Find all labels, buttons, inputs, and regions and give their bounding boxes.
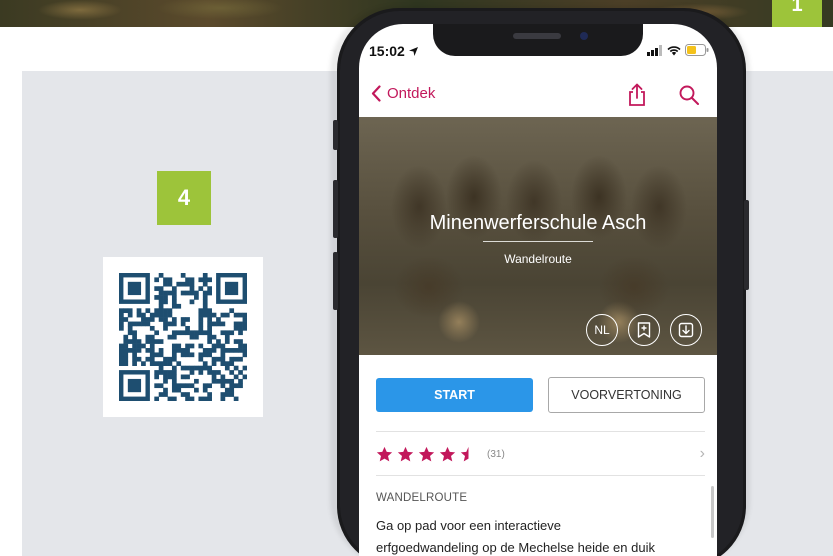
back-button[interactable]: Ontdek bbox=[371, 85, 435, 102]
title-divider bbox=[483, 241, 593, 242]
status-time: 15:02 bbox=[369, 43, 418, 59]
step-badge-1: 1 bbox=[772, 0, 822, 27]
download-button[interactable] bbox=[670, 314, 702, 346]
chevron-left-icon bbox=[371, 85, 381, 102]
chevron-right-icon: › bbox=[699, 445, 705, 462]
download-icon bbox=[678, 322, 694, 338]
scrollbar[interactable] bbox=[711, 486, 714, 538]
step-badge-4: 4 bbox=[157, 171, 211, 225]
star-icon bbox=[418, 446, 435, 462]
section-label: WANDELROUTE bbox=[376, 492, 468, 504]
phone-mute-switch bbox=[333, 120, 338, 150]
star-rating bbox=[376, 446, 477, 462]
qr-code-icon bbox=[119, 273, 247, 401]
divider bbox=[376, 431, 705, 432]
route-title: Minenwerferschule Asch bbox=[429, 212, 647, 234]
star-icon bbox=[397, 446, 414, 462]
route-description: Ga op pad voor een interactieve erfgoedw… bbox=[376, 515, 696, 556]
earpiece-speaker bbox=[513, 33, 561, 39]
phone-volume-down bbox=[333, 252, 338, 310]
share-icon bbox=[629, 83, 645, 106]
search-icon bbox=[679, 85, 699, 105]
phone-notch bbox=[433, 24, 643, 56]
hero-image: Minenwerferschule Asch Wandelroute NL bbox=[359, 117, 717, 355]
search-button[interactable] bbox=[679, 85, 699, 110]
phone-screen: 15:02 Ontdek Minenwerferschule Asch Wand… bbox=[359, 24, 717, 556]
wifi-icon bbox=[667, 45, 681, 55]
qr-card bbox=[103, 257, 263, 417]
language-label: NL bbox=[594, 323, 610, 337]
route-type: Wandelroute bbox=[504, 252, 572, 266]
description-line: erfgoedwandeling op de Mechelse heide en… bbox=[376, 540, 655, 555]
share-button[interactable] bbox=[627, 83, 647, 112]
nav-bar: Ontdek bbox=[359, 81, 717, 111]
bookmark-button[interactable] bbox=[628, 314, 660, 346]
status-icons bbox=[647, 44, 709, 56]
star-icon bbox=[376, 446, 393, 462]
star-half-icon bbox=[460, 446, 469, 462]
start-button[interactable]: START bbox=[376, 378, 533, 412]
phone-power-button bbox=[744, 200, 749, 290]
bookmark-add-icon bbox=[637, 322, 651, 338]
preview-button[interactable]: VOORVERTONING bbox=[548, 377, 705, 413]
back-label: Ontdek bbox=[387, 85, 436, 102]
language-button[interactable]: NL bbox=[586, 314, 618, 346]
description-line: Ga op pad voor een interactieve bbox=[376, 518, 562, 533]
rating-count: (31) bbox=[487, 448, 505, 460]
location-arrow-icon bbox=[408, 47, 418, 56]
marketing-page: 1 4 15:02 Ontdek Minenwerferschule Asch … bbox=[0, 0, 833, 556]
divider bbox=[376, 475, 705, 476]
front-camera bbox=[580, 32, 588, 40]
signal-icon bbox=[647, 44, 662, 56]
rating-row[interactable]: (31) › bbox=[376, 444, 705, 464]
phone-volume-up bbox=[333, 180, 338, 238]
star-icon bbox=[439, 446, 456, 462]
battery-icon bbox=[685, 44, 709, 56]
